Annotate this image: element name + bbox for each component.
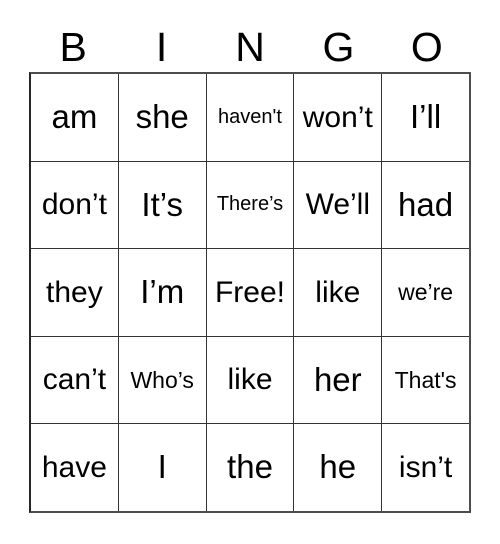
bingo-cell-b4[interactable]: can’t [31,336,119,424]
bingo-cell-b2-text: don’t [41,188,107,222]
bingo-cell-free-space[interactable]: Free! [206,249,295,336]
bingo-cell-b3-text: they [46,275,103,309]
bingo-cell-i5-text: I [157,448,167,486]
header-letter-i-text: I [155,23,168,70]
header-letter-b-text: B [59,23,87,70]
bingo-cell-g1-text: won’t [302,100,373,134]
bingo-cell-n5-text: the [227,448,273,486]
bingo-cell-i5[interactable]: I [118,424,207,511]
bingo-row-2: don’t It’s There’s We’ll had [31,161,469,250]
bingo-cell-o2[interactable]: had [382,161,469,249]
bingo-cell-g4-text: her [313,360,362,398]
bingo-cell-n4[interactable]: like [206,336,295,424]
bingo-cell-i2-text: It’s [141,185,183,223]
bingo-cell-o4-text: That's [394,367,457,393]
header-letter-o: O [383,22,471,72]
bingo-cell-o1[interactable]: I’ll [382,74,469,161]
bingo-cell-i2[interactable]: It’s [118,161,207,249]
bingo-cell-b1-text: am [51,97,98,135]
header-letter-o-text: O [410,23,443,70]
header-letter-n-text: N [235,23,265,70]
bingo-row-3: they I’m Free! like we’re [31,249,469,337]
bingo-cell-b5-text: have [41,450,107,484]
bingo-cell-o2-text: had [398,185,454,223]
bingo-header-row: B I N G O [29,22,471,72]
bingo-cell-b4-text: can’t [42,363,107,397]
header-letter-n: N [206,22,294,72]
header-letter-b: B [29,22,117,72]
bingo-cell-i4[interactable]: Who’s [118,336,207,424]
bingo-cell-n2-text: There’s [216,193,284,216]
header-letter-i: I [117,22,205,72]
bingo-cell-n1-text: haven't [218,105,282,128]
bingo-cell-o5[interactable]: isn’t [382,424,469,511]
bingo-cell-o3-text: we’re [398,279,454,306]
bingo-cell-o4[interactable]: That's [382,336,469,424]
bingo-grid: am she haven't won’t I’ll don’t It’s The… [29,72,471,513]
bingo-cell-i4-text: Who’s [130,367,194,393]
bingo-cell-b2[interactable]: don’t [31,161,119,249]
bingo-cell-g2[interactable]: We’ll [294,161,383,249]
header-letter-g: G [294,22,382,72]
bingo-cell-g5[interactable]: he [294,424,383,511]
bingo-row-1: am she haven't won’t I’ll [31,74,469,162]
bingo-card: B I N G O am she haven't won’t I’ll don’… [0,0,500,544]
bingo-cell-i1[interactable]: she [118,74,207,161]
bingo-cell-i3-text: I’m [140,273,185,311]
bingo-cell-g1[interactable]: won’t [294,74,383,161]
bingo-cell-n2[interactable]: There’s [206,161,295,249]
bingo-cell-g3-text: like [315,275,361,309]
bingo-cell-i1-text: she [135,97,189,135]
bingo-cell-b5[interactable]: have [31,424,119,511]
bingo-cell-g3[interactable]: like [294,249,383,336]
bingo-cell-g4[interactable]: her [294,336,383,424]
bingo-cell-o1-text: I’ll [410,97,442,135]
bingo-cell-b3[interactable]: they [31,249,119,336]
bingo-cell-i3[interactable]: I’m [118,249,207,336]
bingo-cell-g2-text: We’ll [305,188,371,222]
bingo-row-4: can’t Who’s like her That's [31,336,469,425]
bingo-cell-o3[interactable]: we’re [382,249,469,336]
header-letter-g-text: G [322,23,355,70]
bingo-cell-b1[interactable]: am [31,74,119,161]
bingo-cell-n5[interactable]: the [206,424,295,511]
bingo-cell-g5-text: he [319,448,357,486]
bingo-row-5: have I the he isn’t [31,424,469,511]
bingo-cell-n4-text: like [227,363,273,397]
bingo-free-space-text: Free! [214,275,285,309]
bingo-cell-n1[interactable]: haven't [206,74,295,161]
bingo-cell-o5-text: isn’t [398,450,453,484]
